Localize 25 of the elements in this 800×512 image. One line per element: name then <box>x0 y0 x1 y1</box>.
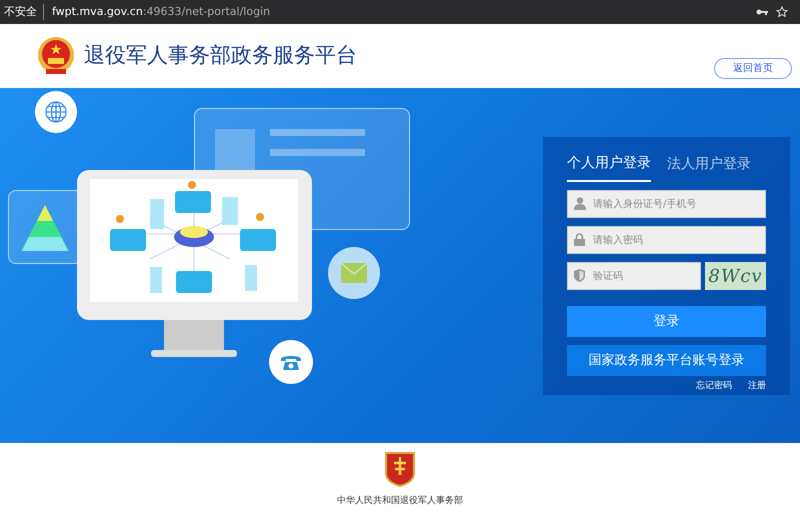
lock-icon <box>574 233 585 246</box>
input-field[interactable]: 验证码 <box>567 262 701 290</box>
globe-icon <box>35 91 77 133</box>
star-icon[interactable] <box>776 6 788 18</box>
telephone-icon <box>269 340 313 384</box>
envelope-icon <box>328 247 380 299</box>
user-icon <box>574 197 586 210</box>
link[interactable]: 注册 <box>748 380 766 394</box>
input-field[interactable]: 请输入密码 <box>567 226 766 254</box>
national-login-button[interactable]: 国家政务服务平台账号登录 <box>567 345 766 376</box>
input-field[interactable]: 请输入身份证号/手机号 <box>567 190 766 218</box>
badge-emblem-icon <box>384 451 416 487</box>
captcha-image[interactable]: 8Wcv <box>704 262 766 290</box>
key-icon[interactable] <box>756 8 768 16</box>
site-title: 退役军人事务部政务服务平台 <box>84 42 357 70</box>
security-label: 不安全 <box>4 4 44 20</box>
footer-text: 中华人民共和国退役军人事务部 <box>337 495 463 508</box>
login-tab[interactable]: 法人用户登录 <box>667 153 751 182</box>
url-text[interactable]: fwpt.mva.gov.cn:49633/net-portal/login <box>52 4 270 20</box>
national-emblem-icon <box>36 36 76 76</box>
shield-icon <box>574 269 585 282</box>
login-button[interactable]: 登录 <box>567 306 766 337</box>
link[interactable]: 忘记密码 <box>696 380 732 394</box>
home-button[interactable]: 返回首页 <box>714 58 792 78</box>
login-tab[interactable]: 个人用户登录 <box>567 153 651 182</box>
